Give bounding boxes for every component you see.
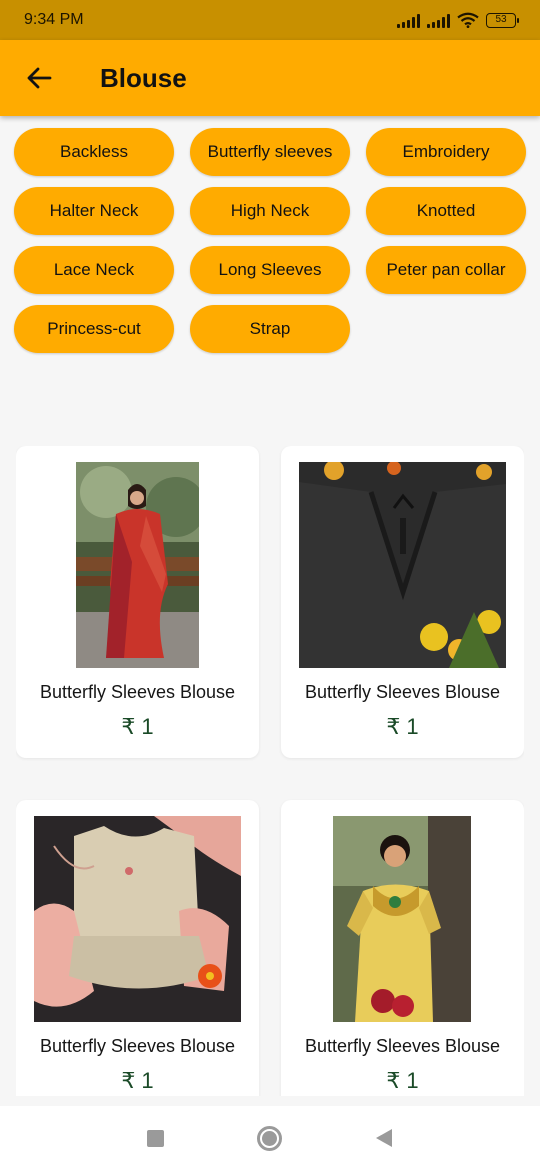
cell-signal-icon (397, 13, 420, 28)
chip-high-neck[interactable]: High Neck (190, 187, 350, 235)
app-bar: Blouse (0, 40, 540, 116)
back-button[interactable] (0, 40, 78, 116)
chip-halter-neck[interactable]: Halter Neck (14, 187, 174, 235)
product-title: Butterfly Sleeves Blouse (39, 1036, 236, 1056)
chip-lace-neck[interactable]: Lace Neck (14, 246, 174, 294)
product-image (76, 462, 199, 668)
product-title: Butterfly Sleeves Blouse (304, 1036, 501, 1056)
product-price: ₹ 1 (386, 1068, 419, 1093)
status-time: 9:34 PM (24, 11, 84, 28)
product-image (333, 816, 471, 1022)
product-image (34, 816, 241, 1022)
chip-princess-cut[interactable]: Princess-cut (14, 305, 174, 353)
home-circle-icon[interactable] (257, 1125, 282, 1151)
cell-signal-icon (427, 13, 450, 28)
battery-level: 53 (495, 13, 507, 25)
product-price: ₹ 1 (121, 714, 154, 739)
chip-butterfly-sleeves[interactable]: Butterfly sleeves (190, 128, 350, 176)
chip-backless[interactable]: Backless (14, 128, 174, 176)
chip-strap[interactable]: Strap (190, 305, 350, 353)
wifi-icon (457, 12, 479, 28)
product-price: ₹ 1 (121, 1068, 154, 1093)
product-image (299, 462, 506, 668)
chip-knotted[interactable]: Knotted (366, 187, 526, 235)
system-nav-bar (0, 1106, 540, 1170)
product-card[interactable]: Butterfly Sleeves Blouse ₹ 1 (281, 446, 524, 758)
product-title: Butterfly Sleeves Blouse (304, 682, 501, 702)
product-grid: Butterfly Sleeves Blouse ₹ 1 Butterfly S… (16, 446, 524, 1096)
chip-peter-pan-collar[interactable]: Peter pan collar (366, 246, 526, 294)
page-title: Blouse (100, 62, 187, 93)
product-card[interactable]: Butterfly Sleeves Blouse ₹ 1 (16, 446, 259, 758)
status-bar: 9:34 PM 53 (0, 0, 540, 40)
product-card[interactable]: Butterfly Sleeves Blouse ₹ 1 (281, 800, 524, 1096)
chip-embroidery[interactable]: Embroidery (366, 128, 526, 176)
back-triangle-icon[interactable] (375, 1128, 393, 1148)
filter-chips: Backless Butterfly sleeves Embroidery Ha… (14, 128, 526, 353)
chip-long-sleeves[interactable]: Long Sleeves (190, 246, 350, 294)
battery-icon: 53 (486, 12, 519, 28)
status-icons: 53 (397, 12, 519, 28)
product-price: ₹ 1 (386, 714, 419, 739)
product-card[interactable]: Butterfly Sleeves Blouse ₹ 1 (16, 800, 259, 1096)
recents-square-icon[interactable] (147, 1129, 164, 1147)
product-title: Butterfly Sleeves Blouse (39, 682, 236, 702)
arrow-left-icon (27, 67, 52, 89)
